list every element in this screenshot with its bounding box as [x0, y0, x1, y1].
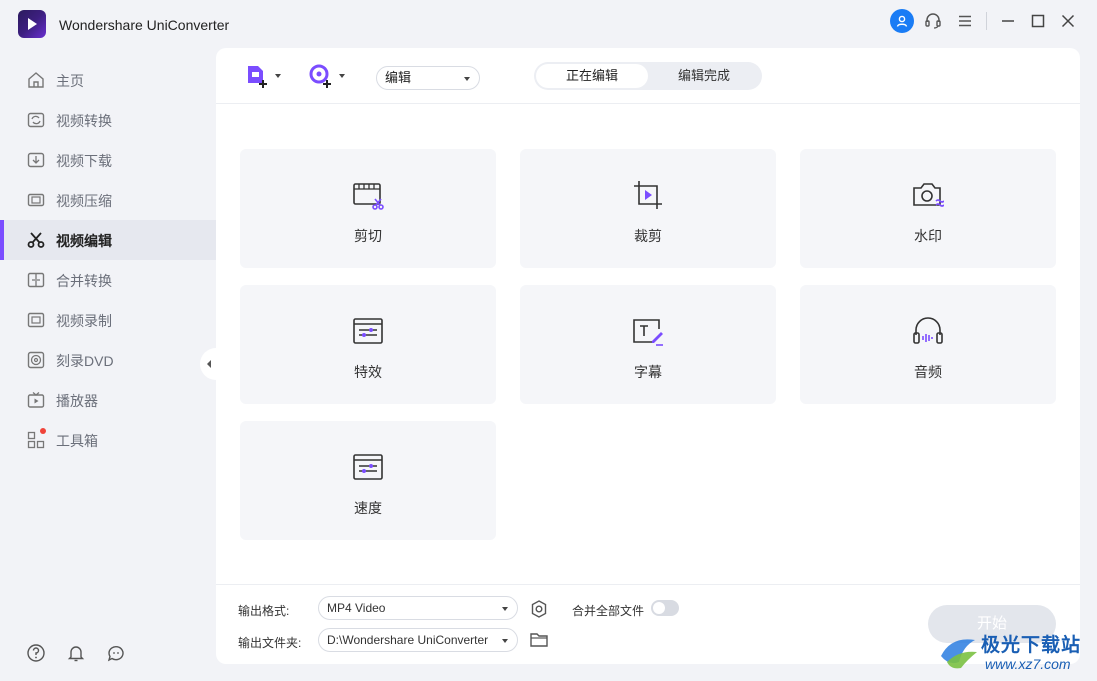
- sidebar-item-video-edit[interactable]: 视频编辑: [0, 220, 216, 260]
- card-crop[interactable]: 裁剪: [520, 149, 776, 268]
- card-audio[interactable]: 音频: [800, 285, 1056, 404]
- main-panel: 编辑 正在编辑 编辑完成 剪切 裁剪 水印 特效 字幕 音频 速度 输出格式:: [216, 48, 1080, 664]
- sidebar-item-label: 合并转换: [56, 273, 112, 289]
- output-folder-select[interactable]: D:\Wondershare UniConverter: [318, 628, 518, 652]
- sidebar-item-download[interactable]: 视频下载: [0, 140, 216, 180]
- minimize-icon[interactable]: [996, 9, 1020, 33]
- help-icon[interactable]: [26, 643, 46, 663]
- card-label: 音频: [914, 364, 942, 380]
- sidebar-item-home[interactable]: 主页: [0, 60, 216, 100]
- download-icon: [27, 152, 45, 168]
- add-media-icon: [309, 64, 331, 88]
- sidebar-item-label: 视频压缩: [56, 193, 112, 209]
- sidebar-item-merge[interactable]: 合并转换: [0, 260, 216, 300]
- watermark-icon: [913, 183, 944, 207]
- merge-icon: [27, 272, 45, 288]
- tab-edit-finished[interactable]: 编辑完成: [648, 64, 760, 88]
- sidebar-item-label: 视频录制: [56, 313, 112, 329]
- output-format-select[interactable]: MP4 Video: [318, 596, 518, 620]
- crop-icon: [634, 181, 662, 209]
- dvd-icon: [27, 351, 45, 369]
- open-folder-icon[interactable]: [529, 631, 549, 649]
- mode-select-value: 编辑: [385, 70, 412, 85]
- maximize-icon[interactable]: [1026, 9, 1050, 33]
- tab-editing[interactable]: 正在编辑: [536, 64, 648, 88]
- add-camera-button[interactable]: [308, 62, 346, 90]
- title-bar: Wondershare UniConverter: [0, 0, 1097, 46]
- support-headset-icon[interactable]: [921, 9, 945, 33]
- user-account-icon[interactable]: [890, 9, 914, 33]
- merge-all-toggle[interactable]: [651, 600, 679, 616]
- card-speed[interactable]: 速度: [240, 421, 496, 540]
- card-label: 剪切: [354, 228, 382, 244]
- site-logo-icon: [941, 639, 977, 669]
- output-format-value: MP4 Video: [327, 601, 386, 615]
- card-watermark[interactable]: 水印: [800, 149, 1056, 268]
- sidebar-item-label: 刻录DVD: [56, 353, 114, 369]
- merge-all-label: 合并全部文件: [572, 604, 645, 618]
- menu-icon[interactable]: [953, 9, 977, 33]
- card-label: 水印: [914, 228, 942, 244]
- bell-icon[interactable]: [66, 643, 86, 663]
- chevron-left-icon: [207, 360, 211, 368]
- feedback-icon[interactable]: [106, 643, 126, 663]
- sidebar-item-toolbox[interactable]: 工具箱: [0, 420, 216, 460]
- speed-icon: [353, 454, 383, 480]
- card-trim[interactable]: 剪切: [240, 149, 496, 268]
- add-file-icon: [248, 66, 267, 88]
- card-label: 裁剪: [634, 228, 662, 244]
- sidebar-item-dvd[interactable]: 刻录DVD: [0, 340, 216, 380]
- card-effects[interactable]: 特效: [240, 285, 496, 404]
- sidebar-item-label: 工具箱: [56, 433, 98, 449]
- sidebar-item-player[interactable]: 播放器: [0, 380, 216, 420]
- format-settings-icon[interactable]: [529, 599, 549, 619]
- effects-icon: [353, 318, 383, 344]
- chevron-down-icon: [502, 607, 508, 611]
- output-folder-value: D:\Wondershare UniConverter: [327, 633, 489, 647]
- chevron-down-icon: [275, 74, 281, 78]
- sidebar-item-convert[interactable]: 视频转换: [0, 100, 216, 140]
- compress-icon: [27, 193, 45, 207]
- sidebar-bottom-icons: [26, 643, 126, 663]
- sidebar-item-label: 播放器: [56, 393, 98, 409]
- player-icon: [27, 392, 45, 408]
- app-logo-icon: [18, 10, 46, 38]
- chevron-down-icon: [502, 639, 508, 643]
- home-icon: [28, 72, 44, 88]
- card-subtitle[interactable]: 字幕: [520, 285, 776, 404]
- app-title: Wondershare UniConverter: [59, 17, 230, 33]
- card-label: 速度: [354, 500, 382, 516]
- notification-dot: [40, 428, 46, 434]
- toolbar: 编辑 正在编辑 编辑完成: [216, 48, 1080, 104]
- sidebar-item-record[interactable]: 视频录制: [0, 300, 216, 340]
- trim-icon: [353, 183, 384, 210]
- add-file-button[interactable]: [244, 62, 282, 90]
- watermark-title: 极光下载站: [981, 635, 1082, 656]
- sidebar-item-label: 视频编辑: [56, 233, 112, 249]
- watermark-url: www.xz7.com: [985, 656, 1071, 672]
- titlebar-divider: [986, 12, 987, 30]
- site-watermark: 极光下载站 www.xz7.com: [937, 628, 1097, 678]
- card-label: 字幕: [634, 364, 662, 380]
- card-label: 特效: [354, 364, 382, 380]
- edit-status-tabs: 正在编辑 编辑完成: [534, 62, 762, 90]
- record-icon: [27, 312, 45, 328]
- scissors-icon: [27, 232, 45, 248]
- audio-icon: [913, 317, 943, 344]
- subtitle-icon: [633, 319, 663, 346]
- convert-icon: [27, 112, 45, 128]
- sidebar-item-label: 视频下载: [56, 153, 112, 169]
- mode-select[interactable]: 编辑: [376, 66, 480, 90]
- sidebar-item-compress[interactable]: 视频压缩: [0, 180, 216, 220]
- chevron-down-icon: [339, 74, 345, 78]
- chevron-down-icon: [464, 77, 470, 81]
- sidebar: 主页 视频转换 视频下载 视频压缩 视频编辑 合并转换 视频录制 刻录DVD 播…: [0, 60, 216, 480]
- close-icon[interactable]: [1056, 9, 1080, 33]
- sidebar-item-label: 主页: [56, 73, 84, 89]
- sidebar-item-label: 视频转换: [56, 113, 112, 129]
- output-folder-label: 输出文件夹:: [238, 636, 302, 650]
- output-format-label: 输出格式:: [238, 604, 290, 618]
